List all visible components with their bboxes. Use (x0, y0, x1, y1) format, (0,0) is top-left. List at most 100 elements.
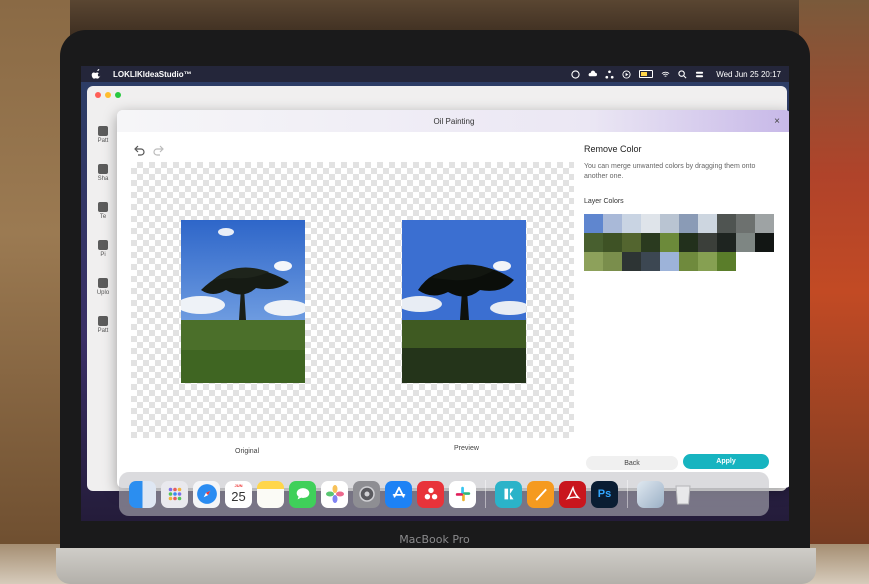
color-swatch[interactable] (622, 233, 641, 252)
finder-icon[interactable] (129, 480, 156, 508)
creative-cloud-icon[interactable] (417, 480, 444, 508)
color-swatch[interactable] (660, 214, 679, 233)
menu-clock[interactable]: Wed Jun 25 20:17 (716, 70, 781, 79)
side-tool-label: Te (99, 214, 107, 220)
play-icon[interactable] (622, 69, 631, 79)
close-window-icon[interactable] (95, 92, 101, 98)
photoshop-icon[interactable]: Ps (591, 480, 618, 508)
preview-photo (402, 220, 526, 383)
side-tool-label: Sha (97, 176, 109, 182)
redo-icon[interactable] (153, 144, 165, 156)
color-swatch[interactable] (698, 233, 717, 252)
messages-icon[interactable] (289, 480, 316, 508)
wifi-icon[interactable] (661, 70, 670, 79)
panel-description: You can merge unwanted colors by draggin… (584, 163, 756, 180)
color-swatch[interactable] (641, 233, 660, 252)
dialog-title: Oil Painting (433, 116, 475, 126)
color-swatch[interactable] (717, 252, 736, 271)
back-button[interactable]: Back (586, 456, 678, 470)
picture-tool-icon (98, 240, 108, 250)
battery-icon[interactable] (639, 70, 654, 78)
calendar-icon[interactable]: JUN 25 (225, 480, 252, 508)
original-photo (181, 220, 305, 383)
color-swatch[interactable] (603, 233, 622, 252)
creative-cloud-status-icon[interactable] (571, 69, 580, 79)
color-swatch[interactable] (584, 233, 603, 252)
apply-button[interactable]: Apply (683, 454, 769, 469)
acrobat-icon[interactable] (559, 480, 586, 508)
color-swatch[interactable] (660, 233, 679, 252)
color-swatch[interactable] (641, 214, 660, 233)
shape-tool-icon (98, 164, 108, 174)
color-swatch[interactable] (660, 252, 679, 271)
text-tool-icon (98, 202, 108, 212)
color-swatch[interactable] (698, 214, 717, 233)
close-icon[interactable]: × (771, 115, 783, 127)
app-icon[interactable] (495, 480, 522, 508)
color-swatch[interactable] (698, 252, 717, 271)
color-swatch[interactable] (755, 233, 774, 252)
side-tool[interactable]: Patt (91, 116, 115, 154)
color-swatch[interactable] (603, 252, 622, 271)
side-tool[interactable]: Te (91, 192, 115, 230)
notes-icon[interactable] (257, 480, 284, 508)
screen: LOKLIKIdeaStudio™ Wed Jun 25 20:17 Patt … (81, 66, 789, 521)
color-swatch[interactable] (736, 233, 755, 252)
zoom-window-icon[interactable] (115, 92, 121, 98)
cloud-icon[interactable] (588, 70, 598, 79)
preview-icon[interactable] (637, 480, 664, 508)
color-swatch[interactable] (641, 252, 660, 271)
dialog-header: Oil Painting × (117, 110, 789, 132)
color-swatch[interactable] (622, 252, 641, 271)
dock: JUN 25 Ps (119, 472, 769, 516)
color-swatch[interactable] (603, 214, 622, 233)
apple-icon[interactable] (91, 69, 101, 79)
side-tool-label: Patt (97, 138, 109, 144)
slack-icon[interactable] (449, 480, 476, 508)
photos-icon[interactable] (321, 480, 348, 508)
launchpad-icon[interactable] (161, 480, 188, 508)
minimize-window-icon[interactable] (105, 92, 111, 98)
preview-canvas (131, 162, 574, 438)
color-swatch[interactable] (679, 252, 698, 271)
pages-icon[interactable] (527, 480, 554, 508)
side-toolbar: Patt Sha Te Pi Uplo Patt (91, 116, 115, 344)
menubar-status-area: Wed Jun 25 20:17 (571, 66, 781, 82)
system-settings-icon[interactable] (353, 480, 380, 508)
app-name[interactable]: LOKLIKIdeaStudio™ (113, 70, 192, 79)
laptop-base (56, 548, 816, 584)
side-tool-label: Uplo (96, 290, 110, 296)
trash-icon[interactable] (669, 481, 696, 508)
side-tool[interactable]: Pi (91, 230, 115, 268)
dock-separator (485, 480, 486, 508)
color-swatch[interactable] (717, 214, 736, 233)
caption-preview: Preview (454, 445, 479, 452)
menu-bar: LOKLIKIdeaStudio™ Wed Jun 25 20:17 (81, 66, 789, 82)
panel-title: Remove Color (584, 144, 642, 154)
window-controls (95, 92, 121, 98)
safari-icon[interactable] (193, 480, 220, 508)
side-tool[interactable]: Sha (91, 154, 115, 192)
side-tool-label: Patt (97, 328, 109, 334)
side-tool-label: Pi (100, 252, 106, 258)
side-tool[interactable]: Patt (91, 306, 115, 344)
upload-tool-icon (98, 278, 108, 288)
side-tool[interactable]: Uplo (91, 268, 115, 306)
color-swatch[interactable] (679, 233, 698, 252)
search-icon[interactable] (678, 69, 687, 79)
calendar-day: 25 (231, 488, 246, 504)
laptop-brand: MacBook Pro (399, 533, 470, 546)
share-icon[interactable] (605, 69, 614, 79)
color-swatch[interactable] (717, 233, 736, 252)
dock-separator (627, 480, 628, 508)
layer-colors-label: Layer Colors (584, 198, 624, 205)
color-swatch[interactable] (755, 214, 774, 233)
color-swatch[interactable] (584, 252, 603, 271)
color-swatch[interactable] (622, 214, 641, 233)
app-store-icon[interactable] (385, 480, 412, 508)
control-center-icon[interactable] (695, 70, 704, 79)
color-swatch[interactable] (736, 214, 755, 233)
undo-icon[interactable] (133, 144, 145, 156)
color-swatch[interactable] (584, 214, 603, 233)
color-swatch[interactable] (679, 214, 698, 233)
